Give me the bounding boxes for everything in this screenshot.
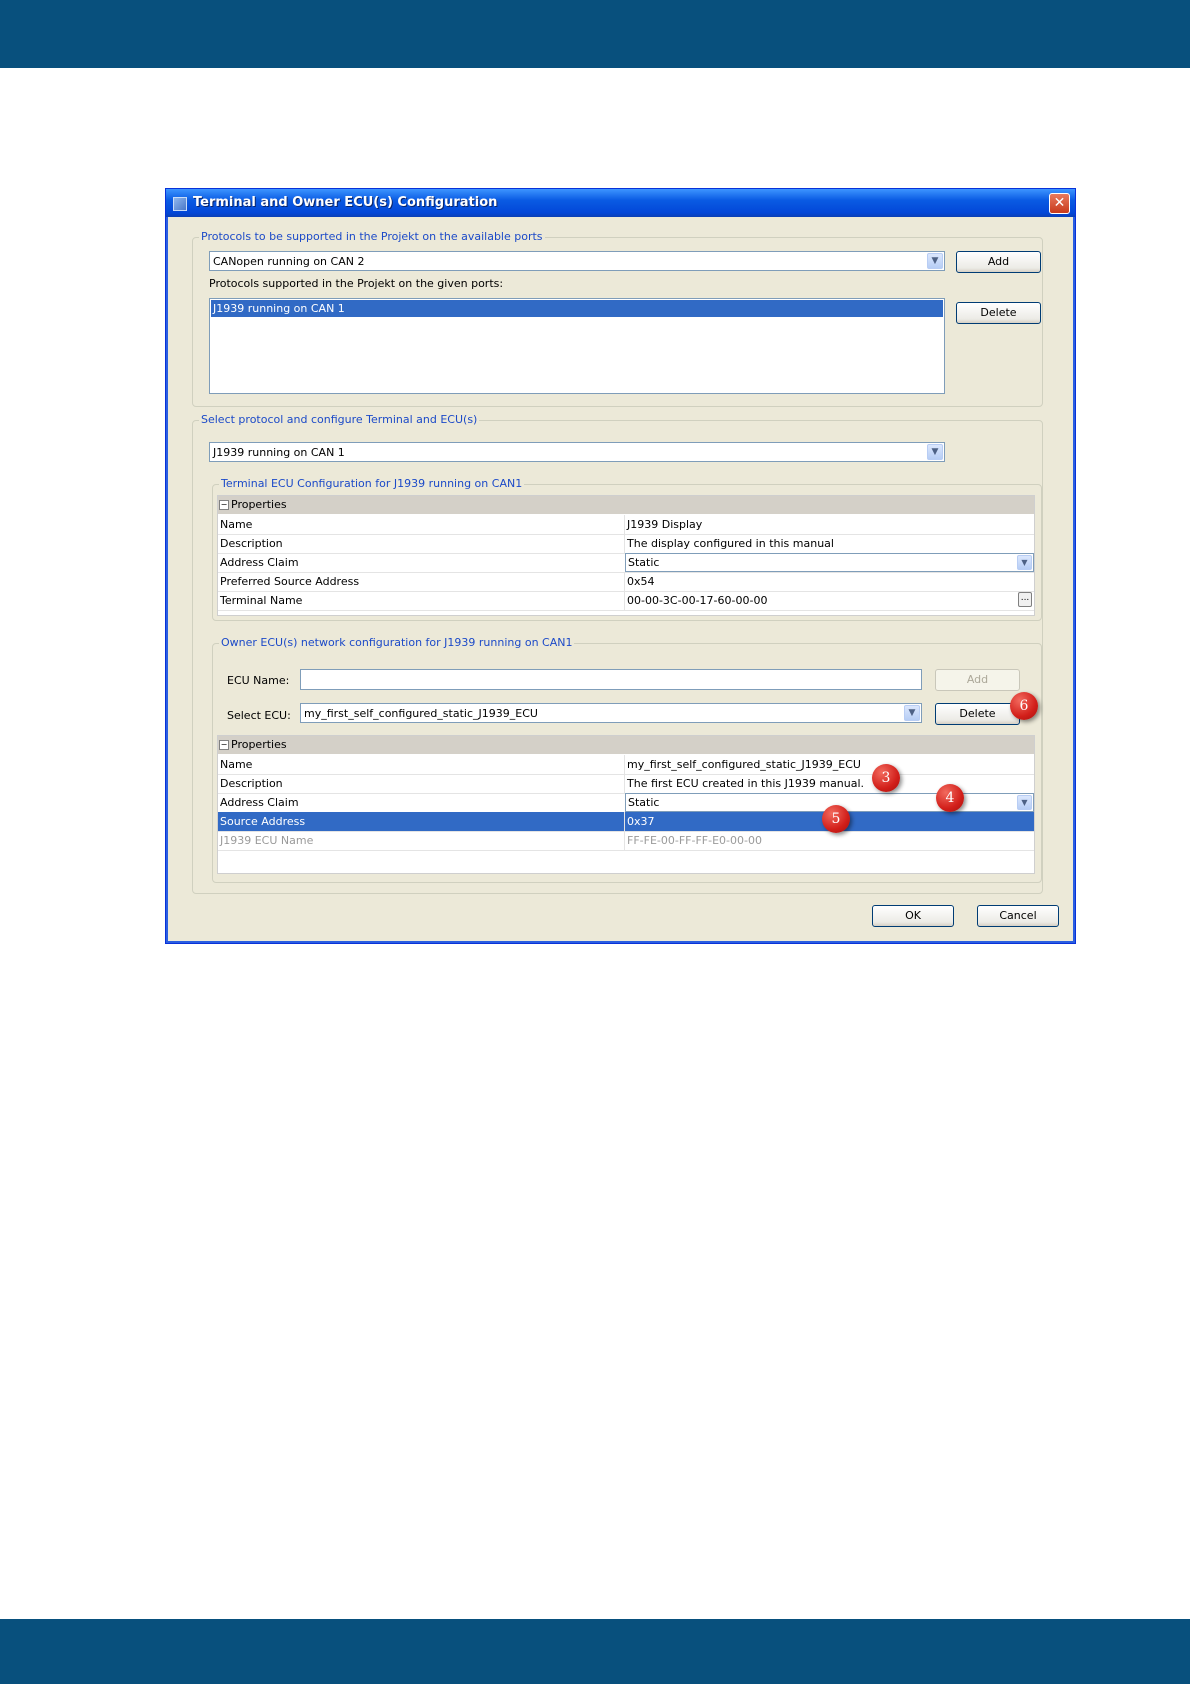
terminal-ecu-group: Terminal ECU Configuration for J1939 run… xyxy=(212,477,1042,621)
ecu-name-label: ECU Name: xyxy=(227,674,290,687)
delete-protocol-button[interactable]: Delete xyxy=(956,302,1041,324)
owner-row-description[interactable]: Description The first ECU created in this… xyxy=(218,774,1034,794)
owner-row-address-claim[interactable]: Address Claim Static ▼ xyxy=(218,793,1034,813)
protocols-group: Protocols to be supported in the Projekt… xyxy=(192,230,1043,407)
annotation-marker-6: 6 xyxy=(1010,692,1038,720)
dialog-title: Terminal and Owner ECU(s) Configuration xyxy=(193,195,498,210)
selected-ecu-value: my_first_self_configured_static_J1939_EC… xyxy=(304,707,538,720)
terminal-properties-grid: − Properties Name J1939 Display Descriptio… xyxy=(217,495,1035,616)
terminal-row-source-address[interactable]: Preferred Source Address 0x54 xyxy=(218,572,1034,592)
select-protocol-legend: Select protocol and configure Terminal a… xyxy=(199,413,480,426)
annotation-marker-4: 4 xyxy=(936,784,964,812)
selected-protocol-select[interactable]: J1939 running on CAN 1 ▼ xyxy=(209,442,945,462)
owner-row-j1939-ecu-name: J1939 ECU Name FF-FE-00-FF-FF-E0-00-00 xyxy=(218,831,1034,851)
terminal-row-name[interactable]: Name J1939 Display xyxy=(218,515,1034,535)
ok-button[interactable]: OK xyxy=(872,905,954,927)
chevron-down-icon[interactable]: ▼ xyxy=(1017,795,1032,810)
add-protocol-button[interactable]: Add xyxy=(956,251,1041,273)
properties-header[interactable]: − Properties xyxy=(218,736,1034,754)
select-ecu-label: Select ECU: xyxy=(227,709,291,722)
dialog-title-bar[interactable]: Terminal and Owner ECU(s) Configuration … xyxy=(166,189,1075,217)
supported-protocols-label: Protocols supported in the Projekt on th… xyxy=(209,277,504,290)
list-item[interactable]: J1939 running on CAN 1 xyxy=(211,300,943,317)
add-ecu-button[interactable]: Add xyxy=(935,669,1020,691)
owner-row-name[interactable]: Name my_first_self_configured_static_J193… xyxy=(218,755,1034,775)
select-ecu-select[interactable]: my_first_self_configured_static_J1939_EC… xyxy=(300,703,922,723)
chevron-down-icon[interactable]: ▼ xyxy=(904,705,920,721)
configuration-dialog: Terminal and Owner ECU(s) Configuration … xyxy=(165,188,1076,944)
available-protocol-value: CANopen running on CAN 2 xyxy=(213,255,365,268)
protocols-group-legend: Protocols to be supported in the Projekt… xyxy=(199,230,545,243)
chevron-down-icon[interactable]: ▼ xyxy=(927,253,943,269)
cancel-button[interactable]: Cancel xyxy=(977,905,1059,927)
terminal-address-claim-select[interactable]: Static ▼ xyxy=(625,553,1034,572)
supported-protocols-list[interactable]: J1939 running on CAN 1 xyxy=(209,298,945,394)
owner-row-source-address[interactable]: Source Address 0x37 xyxy=(218,812,1034,832)
chevron-down-icon[interactable]: ▼ xyxy=(1017,555,1032,570)
page-header-band xyxy=(0,0,1190,68)
terminal-row-address-claim[interactable]: Address Claim Static ▼ xyxy=(218,553,1034,573)
available-protocol-select[interactable]: CANopen running on CAN 2 ▼ xyxy=(209,251,945,271)
properties-header[interactable]: − Properties xyxy=(218,496,1034,514)
terminal-ecu-legend: Terminal ECU Configuration for J1939 run… xyxy=(219,477,525,490)
close-icon[interactable]: ✕ xyxy=(1049,193,1070,214)
page-footer-band xyxy=(0,1619,1190,1684)
owner-ecu-legend: Owner ECU(s) network configuration for J… xyxy=(219,636,575,649)
annotation-marker-5: 5 xyxy=(822,805,850,833)
terminal-row-description[interactable]: Description The display configured in thi… xyxy=(218,534,1034,554)
select-protocol-group: Select protocol and configure Terminal a… xyxy=(192,413,1043,894)
collapse-icon[interactable]: − xyxy=(219,500,229,510)
delete-ecu-button[interactable]: Delete xyxy=(935,703,1020,725)
owner-ecu-group: Owner ECU(s) network configuration for J… xyxy=(212,636,1042,883)
ecu-name-input[interactable] xyxy=(300,669,922,690)
chevron-down-icon[interactable]: ▼ xyxy=(927,444,943,460)
annotation-marker-3: 3 xyxy=(872,764,900,792)
terminal-row-terminal-name[interactable]: Terminal Name 00-00-3C-00-17-60-00-00 ... xyxy=(218,591,1034,611)
collapse-icon[interactable]: − xyxy=(219,740,229,750)
ellipsis-button[interactable]: ... xyxy=(1018,592,1032,607)
window-icon xyxy=(173,197,187,211)
selected-protocol-value: J1939 running on CAN 1 xyxy=(213,446,345,459)
owner-properties-grid: − Properties Name my_first_self_configured… xyxy=(217,735,1035,874)
